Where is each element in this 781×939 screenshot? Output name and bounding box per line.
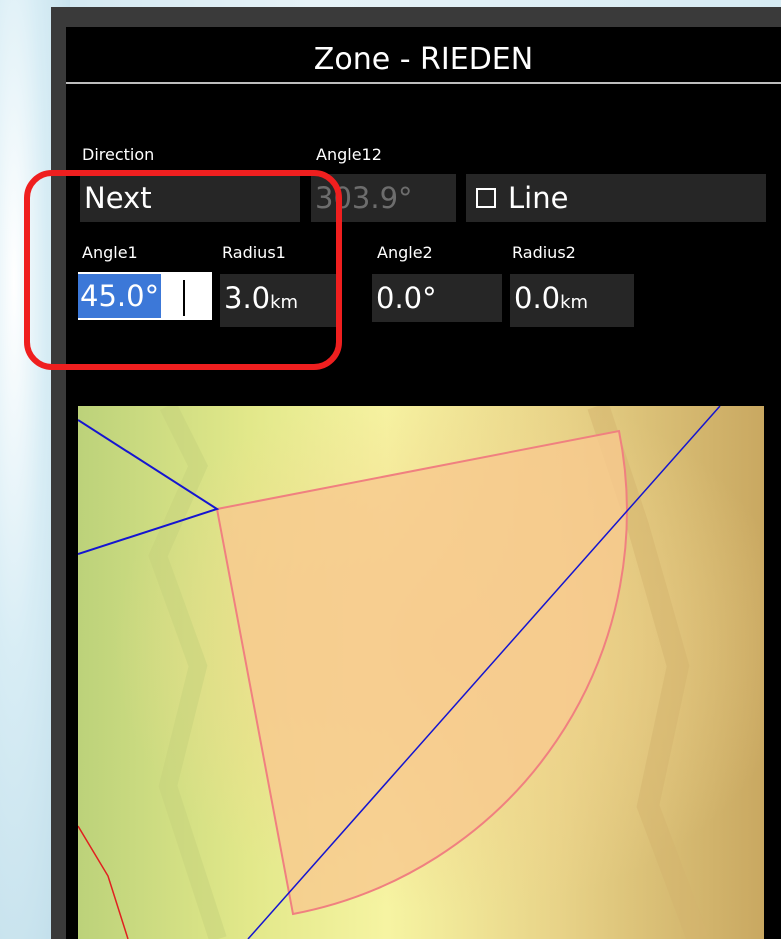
angle2-label: Angle2 [377,243,433,262]
angle12-label: Angle12 [316,145,382,164]
direction-label: Direction [82,145,155,164]
radius2-value: 0.0 [514,281,561,315]
line-checkbox-field[interactable]: Line [466,174,766,222]
zone-map-preview [78,406,764,939]
highlight-annotation [24,170,342,370]
title-divider [66,82,781,84]
line-label: Line [508,181,569,215]
radius2-unit: km [560,292,589,313]
angle2-value: 0.0° [376,281,437,315]
angle2-field[interactable]: 0.0° [372,274,502,322]
radius2-label: Radius2 [512,243,576,262]
line-checkbox[interactable] [476,188,496,208]
radius2-field[interactable]: 0.0km [510,274,634,327]
dialog-title: Zone - RIEDEN [313,42,534,77]
